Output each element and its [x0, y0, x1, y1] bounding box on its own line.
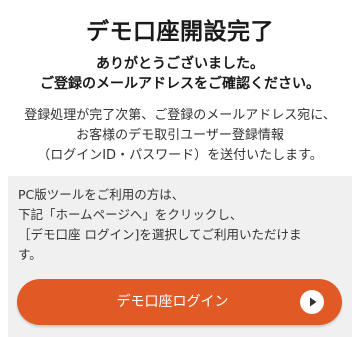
info-message: 登録処理が完了次第、ご登録のメールアドレス宛に、 お客様のデモ取引ユーザー登録情… — [0, 106, 360, 166]
demo-login-button[interactable]: デモ口座ログイン — [17, 279, 342, 325]
pc-tool-panel: PC版ツールをご利用の方は、 下記「ホームページへ」をクリックし、 ［デモ口座 … — [8, 176, 352, 337]
info-line: （ログインID・パスワード）を送付いたします。 — [37, 148, 323, 163]
pc-instruction-line: 下記「ホームページへ」をクリックし、 — [18, 207, 243, 222]
demo-login-button-label: デモ口座ログイン — [116, 294, 229, 310]
pc-instruction-line: す。 — [18, 247, 42, 262]
confirm-email-line: ご登録のメールアドレスをご確認ください。 — [40, 76, 320, 92]
pc-instruction-line: PC版ツールをご利用の方は、 — [18, 187, 185, 202]
pc-instructions: PC版ツールをご利用の方は、 下記「ホームページへ」をクリックし、 ［デモ口座 … — [18, 185, 301, 265]
pc-instruction-line: ［デモ口座 ログイン]を選択してご利用いただけま — [18, 227, 302, 242]
play-circle-icon — [300, 290, 324, 314]
completion-page: デモ口座開設完了 ありがとうございました。 ご登録のメールアドレスをご確認くださ… — [0, 0, 360, 337]
page-title: デモ口座開設完了 — [86, 19, 274, 45]
thanks-message: ありがとうございました。 ご登録のメールアドレスをご確認ください。 — [0, 54, 360, 94]
info-line: お客様のデモ取引ユーザー登録情報 — [76, 128, 284, 143]
info-line: 登録処理が完了次第、ご登録のメールアドレス宛に、 — [24, 108, 336, 123]
thanks-line: ありがとうございました。 — [96, 56, 264, 72]
